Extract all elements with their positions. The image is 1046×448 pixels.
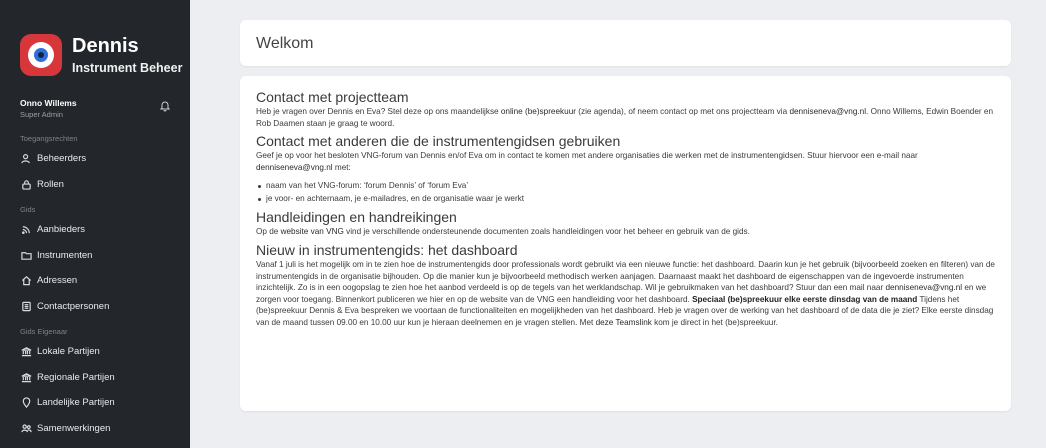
bank-icon xyxy=(20,346,32,358)
section-text: Geef je op voor het besloten VNG-forum v… xyxy=(256,151,918,172)
sidebar-item-label: Beheerders xyxy=(37,153,87,165)
sidebar-item-label: Adressen xyxy=(37,275,78,287)
rss-icon xyxy=(20,224,32,236)
section-heading: Contact met projectteam xyxy=(256,89,409,105)
list-item: je voor- en achternaam, je e-mailadres, … xyxy=(256,193,995,206)
section-dashboard: Nieuw in instrumentengids: het dashboard… xyxy=(256,241,995,329)
sidebar-item-beheerders[interactable]: Beheerders xyxy=(0,146,190,172)
section-heading-toegangsrechten: Toegangsrechten xyxy=(20,134,78,143)
sidebar-item-label: Instrumenten xyxy=(37,249,93,261)
logo-icon xyxy=(20,34,62,76)
teams-link[interactable]: deze Teamslink xyxy=(596,318,652,327)
sidebar-item-label: Samenwerkingen xyxy=(37,422,111,434)
home-icon xyxy=(20,275,32,287)
spreekuur-link[interactable]: online (be)spreekuur xyxy=(501,107,576,116)
list-item: naam van het VNG-forum: ‘forum Dennis’ o… xyxy=(256,180,995,193)
email-link[interactable]: denniseneva@vng.nl xyxy=(256,163,333,172)
bell-icon[interactable] xyxy=(160,100,170,112)
sidebar-item-label: Contactpersonen xyxy=(37,300,110,312)
brand[interactable]: Dennis Instrument Beheer xyxy=(0,0,190,84)
sidebar-item-label: Lokale Partijen xyxy=(37,346,100,358)
section-heading: Handleidingen en handreikingen xyxy=(256,209,457,226)
section-text: Heb je vragen over Dennis en Eva? Stel d… xyxy=(256,107,994,128)
people-icon xyxy=(20,422,32,434)
section-heading: Contact met anderen die de instrumenteng… xyxy=(256,133,621,150)
page-title-card: Welkom xyxy=(240,20,1011,66)
email-link[interactable]: denniseneva@vng.nl xyxy=(789,107,866,116)
bank-icon xyxy=(20,371,32,383)
sidebar-item-label: Regionale Partijen xyxy=(37,371,115,383)
requirements-list: naam van het VNG-forum: ‘forum Dennis’ o… xyxy=(256,180,995,205)
sidebar-item-aanbieders[interactable]: Aanbieders xyxy=(0,217,190,243)
sidebar-item-contactpersonen[interactable]: Contactpersonen xyxy=(0,294,190,320)
map-pin-icon xyxy=(20,397,32,409)
sidebar-item-instrumenten[interactable]: Instrumenten xyxy=(0,243,190,269)
section-handleidingen: Handleidingen en handreikingen Op de web… xyxy=(256,210,995,238)
section-contact-anderen: Contact met anderen die de instrumenteng… xyxy=(256,134,995,205)
section-heading: Nieuw in instrumentengids: het dashboard xyxy=(256,241,518,258)
spreekuur-highlight: Speciaal (be)spreekuur elke eerste dinsd… xyxy=(692,294,918,304)
sidebar-item-adressen[interactable]: Adressen xyxy=(0,268,190,294)
brand-subtitle: Instrument Beheer xyxy=(72,60,183,75)
brand-name: Dennis xyxy=(72,34,139,57)
address-book-icon xyxy=(20,300,32,312)
email-link[interactable]: denniseneva@vng.nl xyxy=(885,283,962,292)
section-heading-gids: Gids xyxy=(20,205,36,214)
content-card: Contact met projectteam Heb je vragen ov… xyxy=(240,76,1011,411)
sidebar-item-rollen[interactable]: Rollen xyxy=(0,172,190,198)
sidebar-item-label: Rollen xyxy=(37,178,64,190)
sidebar-item-label: Landelijke Partijen xyxy=(37,397,115,409)
section-contact-projectteam: Contact met projectteam Heb je vragen ov… xyxy=(256,90,995,129)
vng-website-link[interactable]: website van VNG xyxy=(281,227,344,236)
user-panel: Onno Willems Super Admin xyxy=(0,84,190,132)
sidebar-item-lokale-partijen[interactable]: Lokale Partijen xyxy=(0,339,190,365)
section-heading-gids-eigenaar: Gids Eigenaar xyxy=(20,327,68,336)
users-icon xyxy=(20,153,32,165)
lock-icon xyxy=(20,178,32,190)
sidebar-item-landelijke-partijen[interactable]: Landelijke Partijen xyxy=(0,390,190,416)
folder-icon xyxy=(20,249,32,261)
section-text: Op de website van VNG vind je verschille… xyxy=(256,227,750,237)
sidebar-item-label: Aanbieders xyxy=(37,224,86,236)
section-text: Vanaf 1 juli is het mogelijk om in te zi… xyxy=(256,259,995,327)
sidebar-item-samenwerkingen[interactable]: Samenwerkingen xyxy=(0,416,190,442)
sidebar: Dennis Instrument Beheer Onno Willems Su… xyxy=(0,0,190,448)
sidebar-item-regionale-partijen[interactable]: Regionale Partijen xyxy=(0,365,190,391)
page-title: Welkom xyxy=(256,35,314,52)
